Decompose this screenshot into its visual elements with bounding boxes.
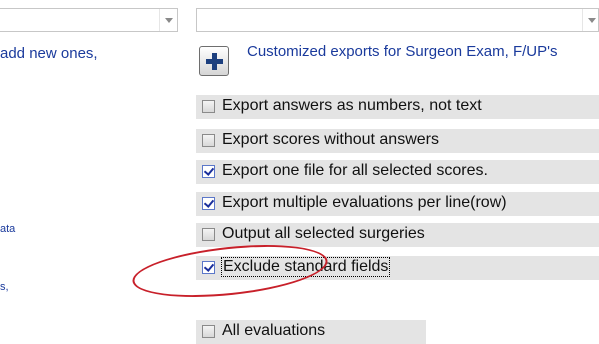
left-panel-text: s, [0,281,9,293]
checkbox-checked[interactable] [202,197,215,210]
option-all-evaluations[interactable]: All evaluations [196,320,426,344]
chevron-down-icon[interactable] [582,9,599,31]
option-label: Export answers as numbers, not text [222,97,482,114]
option-label: Export one file for all selected scores. [222,162,488,179]
checkbox[interactable] [202,100,215,113]
checkbox[interactable] [202,228,215,241]
export-dropdown[interactable] [196,8,599,32]
checkbox[interactable] [202,134,215,147]
option-label: Export multiple evaluations per line(row… [222,194,507,211]
left-panel-text: ata [0,223,16,235]
left-panel-text: add new ones, [0,45,98,62]
option-export-answers-as-numbers[interactable]: Export answers as numbers, not text [196,95,599,119]
checkbox[interactable] [202,325,215,338]
option-label: Output all selected surgeries [222,225,425,242]
option-label: All evaluations [222,322,326,339]
option-label: Export scores without answers [222,131,439,148]
option-export-one-file[interactable]: Export one file for all selected scores. [196,160,599,184]
chevron-down-icon[interactable] [159,9,177,31]
add-customized-export-button[interactable] [199,46,229,76]
checkbox-checked[interactable] [202,165,215,178]
option-export-multiple-evaluations[interactable]: Export multiple evaluations per line(row… [196,192,599,216]
customized-exports-label: Customized exports for Surgeon Exam, F/U… [247,43,558,60]
option-output-all-surgeries[interactable]: Output all selected surgeries [196,223,599,247]
left-dropdown[interactable] [0,8,178,32]
option-export-scores-without-answers[interactable]: Export scores without answers [196,129,599,153]
highlight-circle [130,236,330,306]
